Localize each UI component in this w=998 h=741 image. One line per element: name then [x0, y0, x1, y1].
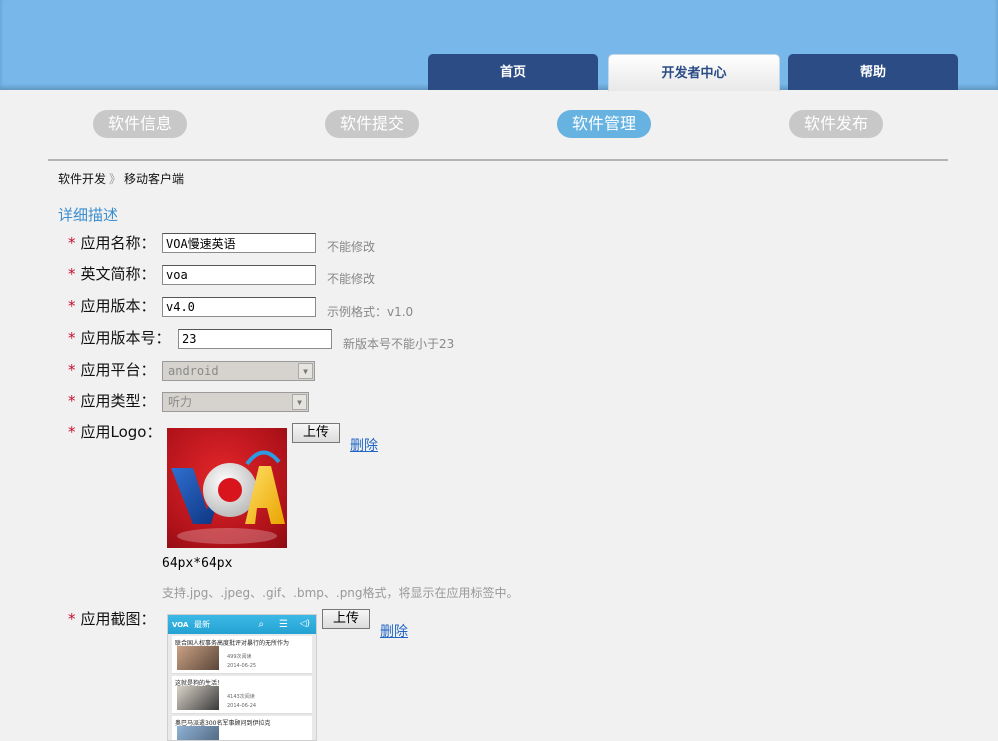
app-name-hint: 不能修改 — [327, 240, 376, 254]
preview-card-image — [177, 726, 219, 740]
logo-row: * 应用Logo： — [68, 421, 161, 443]
menu-icon: ☰ — [279, 619, 288, 630]
tab-help[interactable]: 帮助 — [788, 54, 958, 90]
english-name-row: * 英文简称： — [68, 263, 156, 285]
version-input[interactable] — [162, 297, 316, 317]
speaker-icon: ◁) — [299, 619, 310, 629]
app-name-input[interactable] — [162, 233, 316, 253]
voa-logo-icon: VOA — [172, 621, 189, 629]
chevron-down-icon[interactable]: ▼ — [298, 363, 313, 379]
preview-card-image — [177, 686, 219, 710]
screenshot-upload-button[interactable]: 上传 — [322, 609, 371, 629]
version-code-input[interactable] — [178, 329, 332, 349]
version-hint: 示例格式：v1.0 — [327, 305, 414, 319]
search-icon: ⌕ — [258, 619, 264, 630]
category-row: * 应用类型： — [68, 390, 156, 412]
english-name-hint: 不能修改 — [327, 272, 376, 286]
platform-select[interactable]: android ▼ — [162, 361, 315, 381]
tab-developer-center[interactable]: 开发者中心 — [608, 54, 780, 91]
breadcrumb: 软件开发》移动客户端 — [58, 170, 184, 187]
english-name-input[interactable] — [162, 265, 316, 285]
section-title: 详细描述 — [58, 206, 119, 224]
screenshot-label: 应用截图： — [80, 610, 156, 628]
version-code-row: * 应用版本号： — [68, 327, 171, 349]
logo-delete-link[interactable]: 删除 — [350, 435, 378, 455]
preview-card-views: 4143次阅读 — [227, 694, 255, 700]
screenshot-delete-link[interactable]: 删除 — [380, 621, 408, 641]
version-code-hint: 新版本号不能小于23 — [343, 337, 455, 351]
preview-tab-label: 最新 — [194, 620, 211, 629]
category-label: 应用类型： — [80, 392, 156, 410]
subnav-software-manage[interactable]: 软件管理 — [557, 110, 652, 138]
subnav-software-info[interactable]: 软件信息 — [93, 110, 188, 138]
preview-app-bar: VOA 最新 ⌕ ☰ ◁) — [168, 615, 316, 634]
category-select[interactable]: 听力 ▼ — [162, 392, 309, 412]
logo-upload-button[interactable]: 上传 — [292, 423, 341, 443]
platform-select-value: android — [168, 364, 219, 378]
version-label: 应用版本： — [80, 297, 156, 315]
required-mark: * — [68, 423, 76, 441]
platform-row: * 应用平台： — [68, 359, 156, 381]
preview-card: 这就是狗的生活！ 4143次阅读 2014-06-24 — [172, 676, 312, 714]
preview-card: 联合国人权事务高度批评对暴行的无所作为 499次阅读 2014-06-25 — [172, 636, 312, 674]
breadcrumb-current: 移动客户端 — [124, 172, 185, 186]
platform-label: 应用平台： — [80, 361, 156, 379]
required-mark: * — [68, 610, 76, 628]
chevron-down-icon[interactable]: ▼ — [292, 394, 307, 410]
app-name-row: * 应用名称： — [68, 232, 156, 254]
version-code-label: 应用版本号： — [80, 329, 171, 347]
subnav-software-publish[interactable]: 软件发布 — [789, 110, 884, 138]
required-mark: * — [68, 392, 76, 410]
screenshot-row: * 应用截图： — [68, 608, 156, 630]
required-mark: * — [68, 297, 76, 315]
breadcrumb-separator: 》 — [109, 172, 122, 186]
required-mark: * — [68, 361, 76, 379]
logo-label: 应用Logo： — [80, 423, 162, 441]
preview-card-image — [177, 646, 219, 670]
english-name-label: 英文简称： — [80, 265, 156, 283]
voa-logo-icon — [171, 450, 285, 544]
tab-home[interactable]: 首页 — [428, 54, 598, 90]
breadcrumb-root[interactable]: 软件开发 — [58, 172, 106, 186]
preview-card-date: 2014-06-24 — [227, 703, 257, 709]
divider — [48, 159, 948, 161]
category-select-value: 听力 — [168, 395, 193, 409]
logo-format-note: 支持.jpg、.jpeg、.gif、.bmp、.png格式，将显示在应用标签中。 — [162, 586, 519, 600]
preview-card: 奥巴马派遣300名军事顾问到伊拉克 — [172, 716, 312, 740]
required-mark: * — [68, 265, 76, 283]
app-name-label: 应用名称： — [80, 234, 156, 252]
top-header: 首页 开发者中心 帮助 — [0, 0, 998, 91]
version-row: * 应用版本： — [68, 295, 156, 317]
voa-logo-image — [167, 428, 287, 548]
subnav-software-submit[interactable]: 软件提交 — [325, 110, 420, 138]
preview-card-date: 2014-06-25 — [227, 663, 257, 669]
required-mark: * — [68, 234, 76, 252]
screenshot-preview: VOA 最新 ⌕ ☰ ◁) 联合国人权事务高度批评对暴行的无所作为 499次阅读… — [167, 614, 317, 741]
preview-card-views: 499次阅读 — [227, 654, 252, 660]
logo-size-note: 64px*64px — [162, 556, 233, 571]
required-mark: * — [68, 329, 76, 347]
